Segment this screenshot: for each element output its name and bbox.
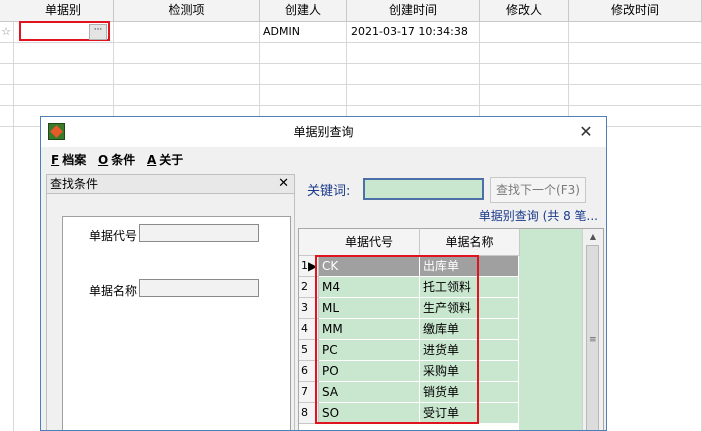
col-header-name[interactable]: 单据名称 — [420, 229, 520, 256]
cell-name[interactable]: 受订单 — [420, 403, 519, 424]
menu-condition[interactable]: O 条件 — [98, 151, 135, 168]
cell-code[interactable]: ML — [319, 298, 420, 319]
menu-file-label: 档案 — [62, 153, 87, 167]
row-number[interactable]: 4 — [299, 319, 319, 340]
code-input[interactable] — [139, 224, 259, 242]
menu-about[interactable]: A 关于 — [147, 151, 183, 168]
keyword-label: 关键词: — [307, 184, 351, 199]
name-label: 单据名称 — [89, 284, 138, 298]
conditions-panel-header: 查找条件 ✕ — [46, 174, 295, 194]
row-number[interactable]: 8 — [299, 403, 319, 424]
table-row[interactable]: 3 ML 生产领料 — [299, 298, 519, 319]
cell-name[interactable]: 出库单 — [420, 256, 519, 277]
menu-about-label: 关于 — [159, 153, 184, 167]
cell-name[interactable]: 缴库单 — [420, 319, 519, 340]
results-panel: 关键词: 查找下一个(F3) 单据别查询 (共 8 笔... 单据代号 单据名称… — [298, 171, 604, 430]
table-row[interactable]: 1 ▶ CK 出库单 — [299, 256, 519, 277]
cell-code[interactable]: CK — [319, 256, 420, 277]
cell-code[interactable]: MM — [319, 319, 420, 340]
scroll-thumb[interactable]: ≡ — [586, 245, 599, 430]
col-header-modified-at[interactable]: 修改时间 — [569, 0, 702, 21]
cell-code[interactable]: PC — [319, 340, 420, 361]
table-row[interactable]: 8 SO 受订单 — [299, 403, 519, 424]
col-header-created-at[interactable]: 创建时间 — [347, 0, 480, 21]
ellipsis-button[interactable]: ··· — [89, 24, 107, 40]
cell-name[interactable]: 采购单 — [420, 361, 519, 382]
table-row[interactable]: 4 MM 缴库单 — [299, 319, 519, 340]
col-header-check-item[interactable]: 检测项 — [114, 0, 260, 21]
name-input[interactable] — [139, 279, 259, 297]
menu-file-key: F — [51, 153, 60, 167]
keyword-search-bar: 关键词: 查找下一个(F3) 单据别查询 (共 8 笔... — [298, 171, 604, 228]
document-type-cell[interactable]: ··· — [19, 21, 110, 41]
dialog-title: 单据别查询 — [293, 125, 354, 139]
scroll-grip-icon: ≡ — [589, 335, 597, 345]
panel-close-icon[interactable]: ✕ — [278, 175, 289, 193]
search-conditions-panel: 查找条件 ✕ 单据代号 单据名称 — [46, 174, 295, 430]
col-header-code[interactable]: 单据代号 — [319, 229, 420, 256]
close-icon[interactable]: ✕ — [576, 121, 596, 143]
col-header-creator[interactable]: 创建人 — [260, 0, 347, 21]
cell-name[interactable]: 销货单 — [420, 382, 519, 403]
menu-bar: F 档案 O 条件 A 关于 — [41, 148, 606, 170]
menu-condition-label: 条件 — [111, 153, 136, 167]
dialog-titlebar[interactable]: 单据别查询 ✕ — [41, 117, 606, 147]
cell-created-at[interactable]: 2021-03-17 10:34:38 — [351, 22, 468, 42]
cell-code[interactable]: SO — [319, 403, 420, 424]
table-row[interactable]: 2 M4 托工领料 — [299, 277, 519, 298]
cell-name[interactable]: 生产领料 — [420, 298, 519, 319]
document-type-lookup-dialog: 单据别查询 ✕ F档案 O条件 A关于 查找条件 ✕ 单据代号 单据名称 — [40, 116, 607, 431]
result-summary: 单据别查询 (共 8 笔... — [478, 209, 598, 223]
row-number[interactable]: 3 — [299, 298, 319, 319]
row-number[interactable]: 6 — [299, 361, 319, 382]
row-num-header — [299, 229, 320, 256]
table-row[interactable]: 7 SA 销货单 — [299, 382, 519, 403]
row-number[interactable]: 5 — [299, 340, 319, 361]
cell-code[interactable]: M4 — [319, 277, 420, 298]
menu-condition-key: O — [98, 153, 109, 167]
table-empty-area — [519, 229, 584, 430]
current-row-pointer-icon: ▶ — [308, 259, 318, 273]
grid-row-empty[interactable] — [0, 63, 702, 85]
conditions-panel-title: 查找条件 — [50, 177, 99, 191]
conditions-form: 单据代号 单据名称 — [62, 216, 291, 430]
cell-name[interactable]: 进货单 — [420, 340, 519, 361]
table-row[interactable]: 6 PO 采购单 — [299, 361, 519, 382]
results-table: 单据代号 单据名称 1 ▶ CK 出库单 2 M4 托工领料 3 ML 生产领料 4 MM 缴库单 5 PC… — [298, 228, 604, 430]
vertical-scrollbar[interactable]: ▲ ≡ — [582, 229, 603, 430]
row-number[interactable]: 7 — [299, 382, 319, 403]
grid-header: 单据别 检测项 创建人 创建时间 修改人 修改时间 — [0, 0, 702, 22]
menu-about-key: A — [147, 153, 157, 167]
cell-code[interactable]: SA — [319, 382, 420, 403]
conditions-panel-body: 单据代号 单据名称 — [46, 194, 295, 430]
col-header-type[interactable]: 单据别 — [13, 0, 114, 21]
table-row[interactable]: 5 PC 进货单 — [299, 340, 519, 361]
grid-row-empty[interactable] — [0, 42, 702, 64]
new-row-star-icon: ☆ — [1, 25, 11, 38]
col-header-modifier[interactable]: 修改人 — [480, 0, 569, 21]
cell-creator[interactable]: ADMIN — [263, 22, 300, 42]
cell-name[interactable]: 托工领料 — [420, 277, 519, 298]
find-next-button[interactable]: 查找下一个(F3) — [490, 177, 586, 203]
scroll-up-arrow-icon[interactable]: ▲ — [583, 229, 603, 244]
grid-row-empty[interactable] — [0, 84, 702, 106]
code-label: 单据代号 — [89, 229, 138, 243]
row-number[interactable]: 2 — [299, 277, 319, 298]
cell-code[interactable]: PO — [319, 361, 420, 382]
keyword-input[interactable] — [363, 178, 484, 200]
menu-file[interactable]: F 档案 — [51, 151, 86, 168]
